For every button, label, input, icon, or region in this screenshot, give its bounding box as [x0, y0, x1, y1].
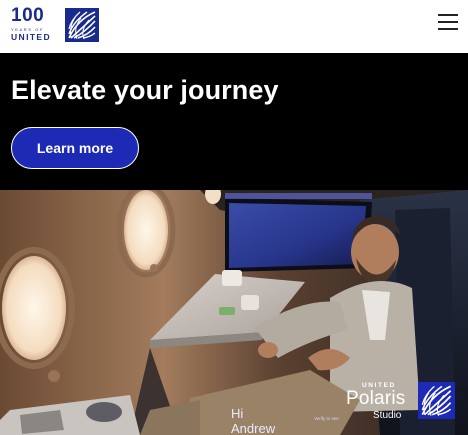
site-header: 100 YEARS OF UNITED: [0, 0, 468, 53]
screen-greeting: Hi Andrew: [231, 406, 276, 435]
logo-number: 100: [11, 5, 45, 26]
polaris-studio-logo: UNITED Polaris Studio: [346, 380, 456, 430]
hero-title: Elevate your journey: [11, 75, 279, 105]
page: 100 YEARS OF UNITED Elevate your journey…: [0, 0, 468, 435]
united-100-years-logo[interactable]: 100 YEARS OF UNITED: [11, 6, 103, 44]
globe-icon: [418, 382, 455, 419]
hamburger-menu-icon[interactable]: [438, 14, 458, 30]
hero-banner: Elevate your journey Learn more: [0, 53, 468, 190]
learn-more-button[interactable]: Learn more: [11, 127, 139, 169]
polaris-studio-label: Studio: [373, 410, 402, 421]
polaris-name: Polaris: [346, 388, 406, 409]
globe-icon: [65, 8, 99, 42]
logo-brand: UNITED: [11, 32, 52, 42]
screen-subtext: Verify to see: [314, 416, 339, 421]
